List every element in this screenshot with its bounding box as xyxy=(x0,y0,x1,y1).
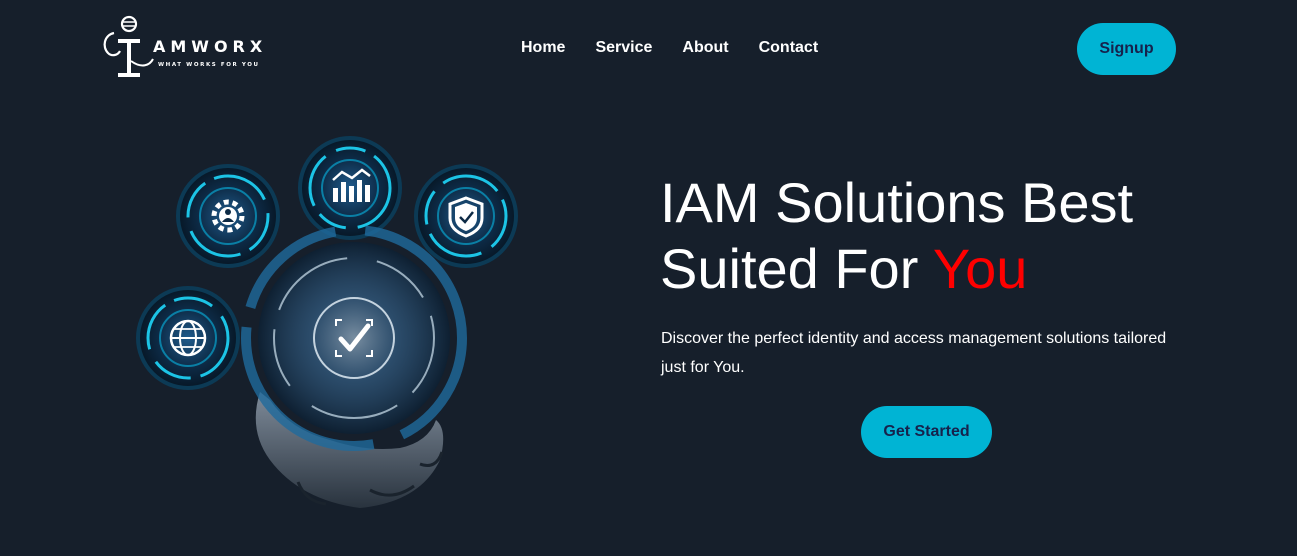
analytics-icon xyxy=(298,136,402,240)
brand-tagline: WHAT WORKS FOR YOU xyxy=(158,62,260,68)
hero-illustration xyxy=(136,136,518,508)
gear-user-icon xyxy=(176,164,280,268)
hero-title: IAM Solutions Best Suited For You xyxy=(660,170,1220,302)
check-icon xyxy=(241,225,467,451)
shield-check-icon xyxy=(414,164,518,268)
signup-button[interactable]: Signup xyxy=(1077,23,1176,75)
hero-title-accent: You xyxy=(932,237,1028,300)
brand-name: AMWORX xyxy=(153,37,268,56)
main-nav: Home Service About Contact xyxy=(521,39,848,57)
hero-description: Discover the perfect identity and access… xyxy=(661,330,1167,376)
nav-home[interactable]: Home xyxy=(521,39,565,57)
get-started-button[interactable]: Get Started xyxy=(861,406,992,458)
nav-service[interactable]: Service xyxy=(595,39,652,57)
brand-logo[interactable]: AMWORX WHAT WORKS FOR YOU xyxy=(100,15,270,81)
logo-mark-icon xyxy=(103,15,154,77)
nav-contact[interactable]: Contact xyxy=(759,39,819,57)
hero-title-main: IAM Solutions Best Suited For xyxy=(660,171,1134,300)
globe-icon xyxy=(136,286,240,390)
nav-about[interactable]: About xyxy=(682,39,728,57)
